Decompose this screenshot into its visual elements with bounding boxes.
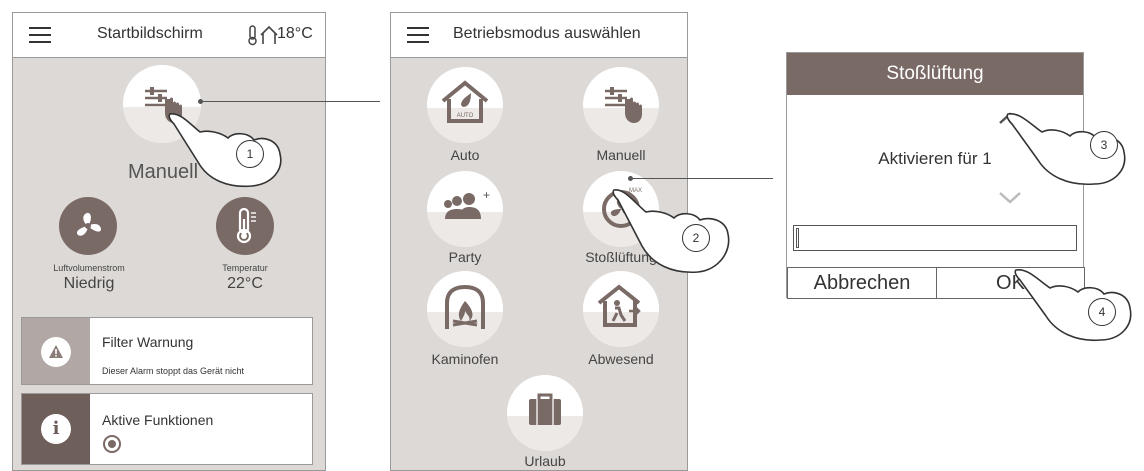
mode-party-button[interactable]: + <box>427 171 503 247</box>
callout-line-1 <box>200 101 380 102</box>
alarm-text: Dieser Alarm stoppt das Gerät nicht <box>102 366 245 376</box>
active-functions-card[interactable]: i Aktive Funktionen <box>21 393 313 465</box>
menu-icon[interactable] <box>407 27 429 43</box>
alarm-card-side <box>22 318 90 384</box>
active-functions-title: Aktive Funktionen <box>102 412 214 428</box>
pointing-hand-icon <box>1014 269 1132 342</box>
temperature-readout: 18°C <box>277 25 313 42</box>
fan-icon <box>76 212 101 236</box>
mode-auto-label: Auto <box>450 147 480 163</box>
step-number-4: 4 <box>1088 298 1116 326</box>
svg-text:+: + <box>483 189 490 202</box>
mode-manual-button[interactable] <box>583 67 659 143</box>
thermometer-house-icon <box>248 25 278 46</box>
boost-status-icon <box>103 435 121 453</box>
alarm-card[interactable]: Filter Warnung Dieser Alarm stoppt das G… <box>21 317 313 385</box>
mode-away-button[interactable] <box>583 271 659 347</box>
temperature-button[interactable] <box>216 197 274 255</box>
home-screen-panel: Startbildschirm 18°C Manuell Luftvolumen… <box>12 12 326 471</box>
mode-holiday-label: Urlaub <box>524 453 566 469</box>
page-title: Startbildschirm <box>97 25 203 42</box>
mode-fireplace-label: Kaminofen <box>431 351 499 367</box>
airflow-button[interactable] <box>59 197 117 255</box>
page-title: Betriebsmodus auswählen <box>453 25 641 42</box>
step-number-2: 2 <box>682 224 710 252</box>
menu-icon[interactable] <box>29 27 51 43</box>
fireplace-icon <box>445 284 485 329</box>
airflow-value: Niedrig <box>63 275 115 292</box>
mode-party-label: Party <box>448 249 482 265</box>
suitcase-icon <box>529 393 561 425</box>
cancel-button[interactable]: Abbrechen <box>787 267 937 299</box>
mode-holiday-button[interactable] <box>507 375 583 451</box>
home-topbar: Startbildschirm 18°C <box>13 13 325 58</box>
step-number-3: 3 <box>1090 131 1118 159</box>
away-house-icon <box>597 284 641 327</box>
dialog-header: Stoßlüftung <box>787 53 1083 95</box>
thermometer-icon <box>236 207 256 244</box>
manual-slider-hand-icon <box>605 87 642 123</box>
alarm-title: Filter Warnung <box>102 334 194 350</box>
mode-topbar: Betriebsmodus auswählen <box>391 13 687 58</box>
chevron-down-icon[interactable] <box>997 191 1023 205</box>
pointing-hand-icon <box>1006 113 1126 186</box>
temperature-label: Temperatur <box>222 263 268 273</box>
step-number-1: 1 <box>236 140 264 168</box>
mode-away-label: Abwesend <box>588 351 654 367</box>
pointing-hand-icon <box>168 113 282 188</box>
temperature-value: 22°C <box>227 275 263 292</box>
pointing-hand-icon <box>612 189 730 274</box>
dialog-title: Stoßlüftung <box>886 63 984 84</box>
svg-text:AUTO: AUTO <box>457 113 474 119</box>
active-card-side: i <box>22 394 90 464</box>
info-icon: i <box>41 414 71 444</box>
mode-fireplace-button[interactable] <box>427 271 503 347</box>
callout-line-2 <box>631 178 773 179</box>
mode-auto-button[interactable]: AUTO <box>427 67 503 143</box>
slider-handle[interactable] <box>796 228 799 248</box>
warning-icon <box>41 337 71 367</box>
duration-slider[interactable] <box>793 225 1077 251</box>
party-people-icon: + <box>444 189 490 219</box>
airflow-label: Luftvolumenstrom <box>53 263 125 273</box>
auto-house-icon: AUTO <box>441 80 489 123</box>
mode-manual-label: Manuell <box>596 147 646 163</box>
